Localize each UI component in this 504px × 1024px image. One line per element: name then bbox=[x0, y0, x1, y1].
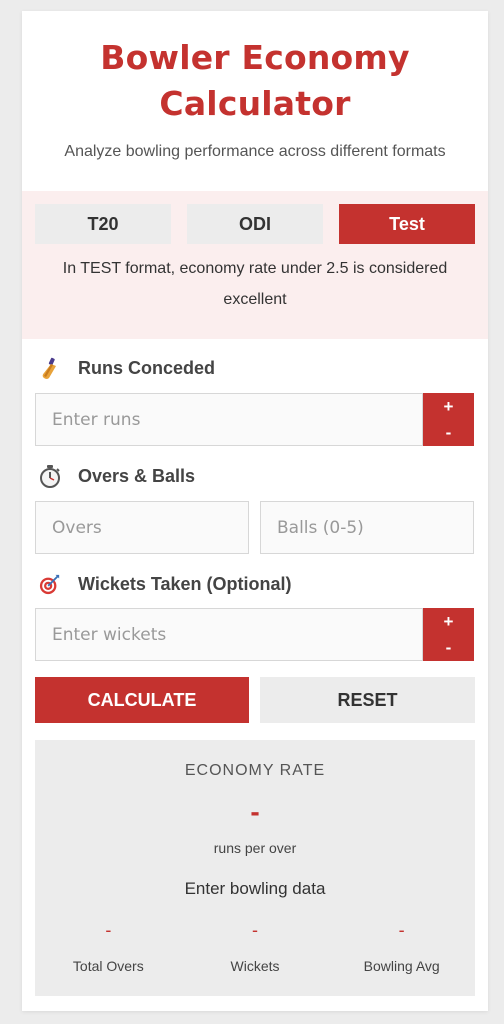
runs-label: Runs Conceded bbox=[78, 357, 216, 378]
page-subtitle: Analyze bowling performance across diffe… bbox=[64, 143, 446, 160]
runs-stepper: + - bbox=[423, 393, 474, 446]
economy-rate-value: - bbox=[250, 796, 260, 827]
wickets-label-row: Wickets Taken (Optional) bbox=[39, 573, 292, 595]
format-note: In TEST format, economy rate under 2.5 i… bbox=[62, 260, 448, 308]
runs-minus-button[interactable]: - bbox=[423, 420, 474, 447]
stat-label: Wickets bbox=[230, 958, 280, 974]
stat-label: Bowling Avg bbox=[363, 958, 440, 974]
stat-value: - bbox=[105, 920, 112, 940]
stat-label: Total Overs bbox=[72, 958, 144, 974]
stat-bowling-avg: - Bowling Avg bbox=[328, 920, 475, 974]
results-panel: ECONOMY RATE - runs per over Enter bowli… bbox=[35, 740, 475, 996]
overs-label-row: Overs & Balls bbox=[39, 465, 196, 488]
wickets-input[interactable]: Enter wickets bbox=[35, 608, 423, 661]
overs-input[interactable]: Overs bbox=[35, 501, 249, 554]
stopwatch-icon bbox=[39, 465, 61, 488]
tab-odi[interactable]: ODI bbox=[187, 204, 323, 244]
economy-rate-title: ECONOMY RATE bbox=[184, 762, 326, 779]
wickets-stepper: + - bbox=[423, 608, 474, 661]
runs-label-row: Runs Conceded bbox=[39, 357, 215, 379]
format-tabs: T20 ODI Test bbox=[35, 204, 475, 244]
tab-test[interactable]: Test bbox=[339, 204, 475, 244]
cricket-bat-icon bbox=[39, 357, 61, 379]
stat-value: - bbox=[252, 920, 258, 940]
reset-button[interactable]: RESET bbox=[260, 677, 475, 723]
balls-input[interactable]: Balls (0-5) bbox=[260, 501, 474, 554]
wickets-minus-button[interactable]: - bbox=[423, 635, 474, 662]
header: Bowler Economy Calculator Analyze bowlin… bbox=[22, 11, 488, 161]
stat-wickets: - Wickets bbox=[182, 920, 329, 974]
economy-rate-unit: runs per over bbox=[213, 840, 297, 856]
wickets-plus-button[interactable]: + bbox=[423, 608, 474, 635]
results-message: Enter bowling data bbox=[184, 879, 326, 898]
runs-input[interactable]: Enter runs bbox=[35, 393, 423, 446]
calculator-card: Bowler Economy Calculator Analyze bowlin… bbox=[22, 11, 488, 1011]
overs-label: Overs & Balls bbox=[78, 465, 196, 486]
stats-row: - Total Overs - Wickets - Bowling Avg bbox=[35, 920, 475, 974]
stat-total-overs: - Total Overs bbox=[35, 920, 182, 974]
calculate-button[interactable]: CALCULATE bbox=[35, 677, 249, 723]
format-section: T20 ODI Test In TEST format, economy rat… bbox=[22, 191, 488, 339]
page-title-line-2: Calculator bbox=[159, 84, 351, 123]
page-title: Bowler Economy Calculator bbox=[22, 35, 488, 127]
runs-plus-button[interactable]: + bbox=[423, 393, 474, 420]
target-icon bbox=[39, 573, 61, 595]
stat-value: - bbox=[398, 920, 405, 940]
tab-t20[interactable]: T20 bbox=[35, 204, 171, 244]
wickets-label: Wickets Taken (Optional) bbox=[78, 573, 292, 594]
page-title-line-1: Bowler Economy bbox=[100, 38, 410, 77]
